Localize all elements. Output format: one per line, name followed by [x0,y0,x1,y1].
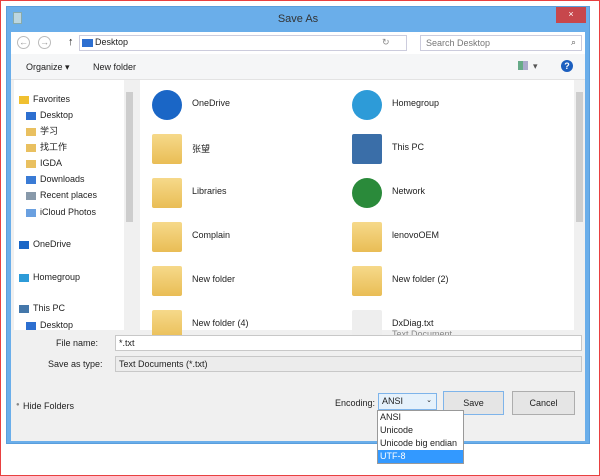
folder-icon [152,266,182,296]
refresh-button[interactable]: ↻ [382,37,390,48]
folder-icon [352,266,382,296]
sidebar-item[interactable]: 找工作 [26,140,67,154]
folder-icon [26,159,36,168]
sidebar-item[interactable]: Desktop [26,318,73,332]
file-name: Libraries [192,186,227,196]
sidebar-item-label: IGDA [40,158,63,168]
file-name: This PC [392,142,425,152]
window-title: Save As [277,13,319,25]
sidebar-item[interactable]: IGDA [26,156,62,170]
sidebar-item-label: Downloads [40,174,85,184]
file-name-input[interactable]: *.txt [115,335,582,351]
onedrive-icon [152,90,182,120]
sidebar-item[interactable]: Recent places [26,188,97,202]
desktop-icon [26,321,36,330]
encoding-option-unicode-big-endian[interactable]: Unicode big endian [378,437,463,450]
sidebar-item[interactable]: This PC [19,301,65,315]
sidebar-item[interactable]: Favorites [19,92,70,106]
hide-folders-button[interactable]: Hide Folders [23,401,74,411]
view-dropdown[interactable]: ▾ [533,61,538,72]
cancel-button[interactable]: Cancel [512,391,575,415]
homegroup-icon [19,273,29,282]
file-name: New folder (4) [192,318,249,328]
folder-icon [26,127,36,136]
address-bar[interactable]: Desktop ↻ [79,35,407,51]
view-icon[interactable] [518,61,528,70]
navigation-pane: Favorites Desktop 学习找工作 IGDA Downloads Recent… [14,80,135,330]
folder-icon [352,222,382,252]
file-name-label: File name: [56,338,99,348]
save-type-select[interactable]: Text Documents (*.txt) [115,356,582,372]
sidebar-item-label: 学习 [40,126,59,136]
sidebar-item[interactable]: 学习 [26,124,58,138]
organize-button[interactable]: Organize ▾ [26,62,70,73]
save-as-dialog: Save As × ← → ↑ Desktop ↻ Search Desktop… [6,6,590,444]
recent-icon [26,191,36,200]
sidebar-item-label: Recent places [40,190,98,200]
sidebar-item-label: Favorites [33,94,71,104]
downloads-icon [26,175,36,184]
file-name: New folder (2) [392,274,449,284]
new-folder-button[interactable]: New folder [93,62,136,72]
file-name: New folder [192,274,236,284]
file-name: OneDrive [192,98,231,108]
encoding-option-ansi[interactable]: ANSI [378,411,463,424]
search-icon: ⌕ [571,37,577,47]
file-list: OneDrive Homegroup 张望 This PC Libraries Netwo… [140,80,585,340]
homegroup-icon [352,90,382,120]
sidebar-item[interactable]: iCloud Photos [26,205,96,219]
sidebar-item-label: Homegroup [33,272,81,282]
file-name: DxDiag.txt [392,318,434,328]
sidebar-item-label: Desktop [40,110,74,120]
file-name: lenovoOEM [392,230,440,240]
pc-icon [352,134,382,164]
sidebar-item-label: OneDrive [33,239,72,249]
sidebar-item-label: 找工作 [40,142,68,152]
search-input[interactable]: Search Desktop [420,35,582,51]
encoding-option-utf8[interactable]: UTF-8 [378,450,463,463]
sidebar-item-label: This PC [33,303,66,313]
sidebar-item[interactable]: Downloads [26,172,85,186]
libraries-icon [152,178,182,208]
file-name: Homegroup [392,98,440,108]
folder-icon [152,222,182,252]
back-button[interactable]: ← [17,36,30,49]
encoding-label: Encoding: [335,398,376,408]
pc-icon [19,304,29,313]
user-folder-icon [152,134,182,164]
encoding-dropdown-list: ANSI Unicode Unicode big endian UTF-8 [377,410,464,464]
folder-icon [26,143,36,152]
sidebar-item-label: Desktop [40,320,74,330]
network-icon [352,178,382,208]
file-name: Network [392,186,426,196]
sidebar-item[interactable]: Homegroup [19,270,80,284]
close-button[interactable]: × [556,7,586,23]
encoding-option-unicode[interactable]: Unicode [378,424,463,437]
sidebar-item[interactable]: OneDrive [19,237,71,251]
star-icon [19,95,29,104]
save-type-label: Save as type: [48,359,103,369]
encoding-select[interactable]: ANSI ⌄ [378,393,437,410]
up-button[interactable]: ↑ [68,36,74,48]
toolbar: Organize ▾ New folder ▾ ? [11,54,585,80]
file-name: Complain [192,230,231,240]
desktop-icon [82,39,93,47]
expand-icon: ● [16,402,20,408]
navigation-bar: ← → ↑ Desktop ↻ Search Desktop ⌕ [11,32,585,54]
content-scrollbar[interactable] [574,80,585,330]
help-icon[interactable]: ? [561,60,573,72]
icloud-icon [26,208,36,217]
sidebar-item[interactable]: Desktop [26,108,73,122]
file-name: 张望 [192,144,211,154]
address-text: Desktop [95,37,129,47]
onedrive-icon [19,240,29,249]
desktop-icon [26,111,36,120]
sidebar-scrollbar[interactable] [124,80,135,330]
sidebar-item-label: iCloud Photos [40,207,97,217]
forward-button[interactable]: → [38,36,51,49]
